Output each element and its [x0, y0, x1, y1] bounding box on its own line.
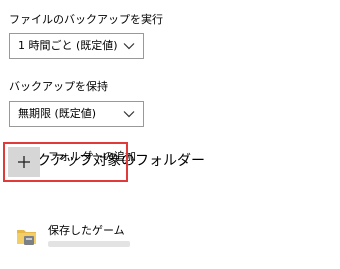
folder-path-redacted: [48, 241, 130, 247]
backup-frequency-value: 1 時間ごと (既定値): [18, 39, 118, 52]
chevron-down-icon: [123, 43, 135, 50]
folder-item-saved-games[interactable]: 保存したゲーム: [48, 224, 125, 238]
chevron-down-icon: [123, 111, 135, 118]
retention-dropdown[interactable]: 無期限 (既定値): [9, 101, 144, 127]
retention-value: 無期限 (既定値): [18, 107, 97, 120]
folder-icon: [17, 230, 36, 245]
backup-frequency-dropdown[interactable]: 1 時間ごと (既定値): [9, 33, 144, 59]
retention-label: バックアップを保持: [9, 80, 108, 93]
add-folder-highlight: [3, 142, 128, 182]
backup-frequency-label: ファイルのバックアップを実行: [9, 13, 163, 26]
